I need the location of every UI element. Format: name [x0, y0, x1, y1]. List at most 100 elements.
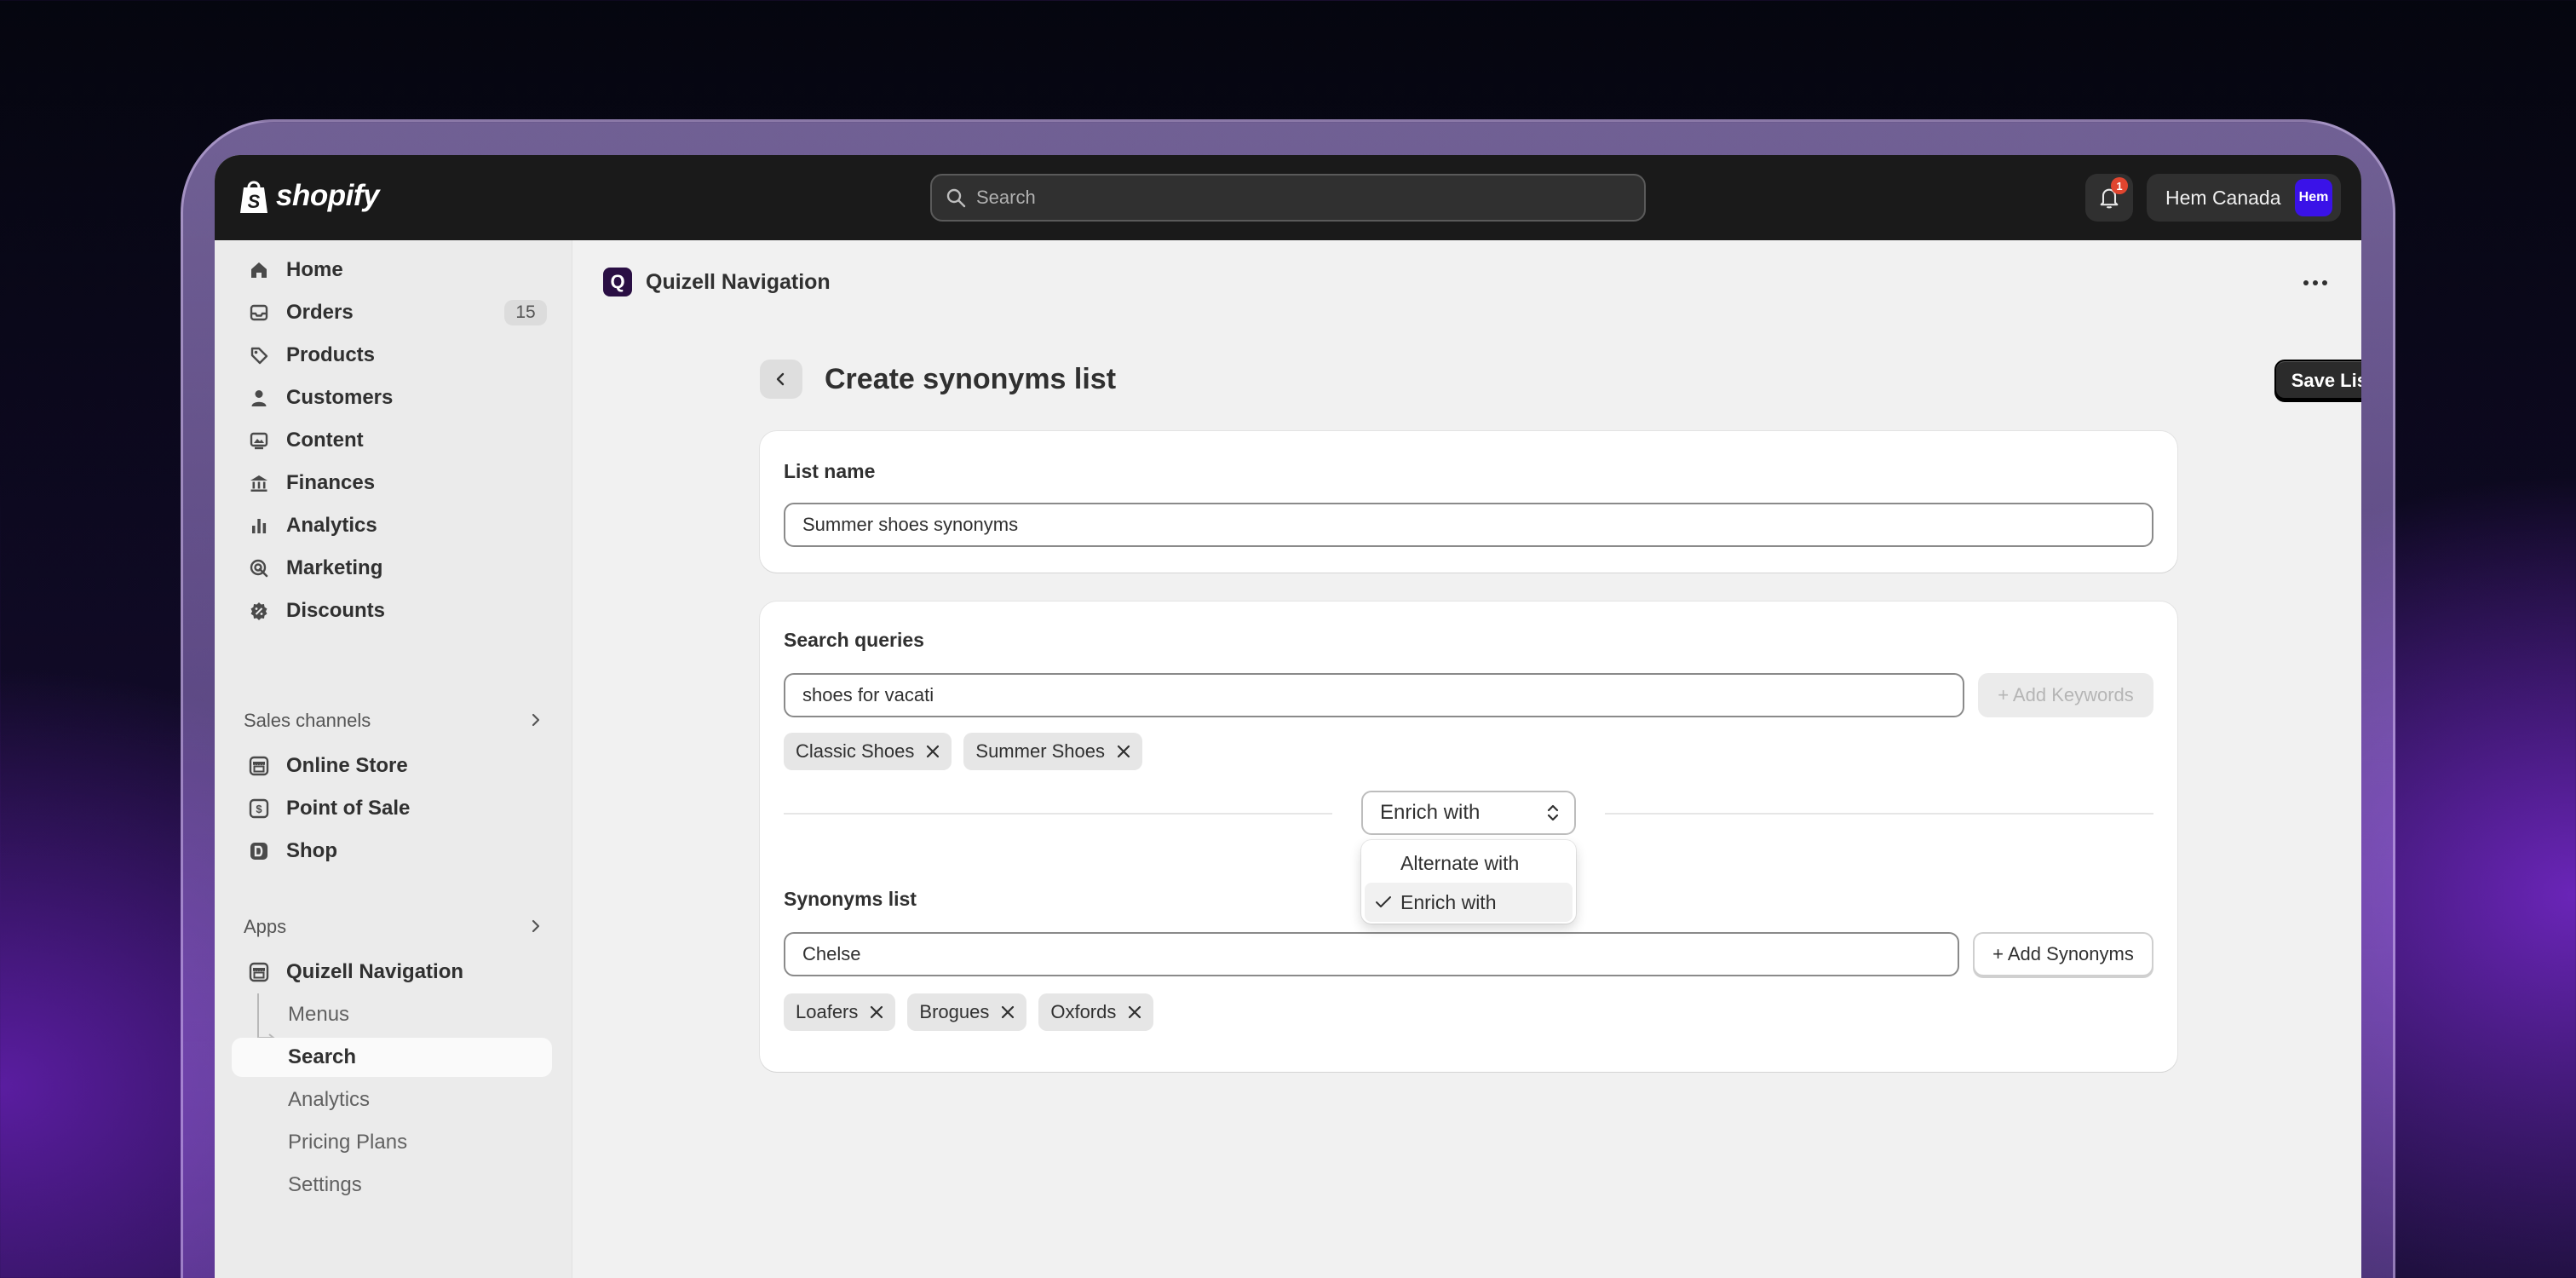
sidebar-item-label: Discounts [286, 599, 386, 622]
section-label: Apps [244, 916, 287, 937]
divider-right [1605, 813, 2153, 815]
close-icon[interactable] [1128, 1005, 1141, 1019]
person-icon [247, 386, 271, 410]
sidebar-item-products[interactable]: Products [232, 336, 552, 375]
option-enrich-with[interactable]: Enrich with [1365, 883, 1573, 922]
store-switcher[interactable]: Hem Canada Hem [2147, 174, 2341, 222]
sidebar-subitem-settings[interactable]: Settings [232, 1166, 552, 1205]
sidebar-item-discounts[interactable]: Discounts [232, 591, 552, 630]
app-title: Quizell Navigation [646, 269, 831, 294]
section-label: Sales channels [244, 710, 371, 731]
add-synonyms-button[interactable]: + Add Synonyms [1973, 932, 2153, 976]
sidebar-item-content[interactable]: Content [232, 421, 552, 460]
tag-label: Brogues [919, 1001, 990, 1022]
option-label: Enrich with [1400, 890, 1497, 913]
synonyms-card: Search queries + Add Keywords Classic Sh… [760, 602, 2177, 1072]
inbox-icon [247, 301, 271, 325]
more-actions-button[interactable] [2298, 274, 2332, 291]
shop-icon [247, 839, 271, 863]
close-icon[interactable] [926, 745, 940, 758]
close-icon[interactable] [870, 1005, 883, 1019]
synonym-tag: Brogues [907, 993, 1027, 1031]
list-name-label: List name [784, 460, 876, 482]
notifications-button[interactable]: 1 [2085, 174, 2133, 222]
mode-select-value: Enrich with [1380, 801, 1481, 824]
synonyms-list-label: Synonyms list [784, 888, 917, 910]
list-name-input[interactable] [784, 503, 2153, 547]
chevron-right-icon [532, 919, 540, 933]
notification-badge: 1 [2111, 177, 2128, 194]
sidebar-item-label: Point of Sale [286, 797, 411, 820]
shopify-logo[interactable]: S shopify [239, 177, 379, 215]
close-icon[interactable] [1001, 1005, 1015, 1019]
sidebar-item-home[interactable]: Home [232, 250, 552, 290]
select-chevrons-icon [1547, 804, 1559, 821]
sidebar-item-label: Quizell Navigation [286, 960, 464, 983]
divider-left [784, 813, 1332, 815]
orders-count-badge: 15 [504, 300, 547, 325]
synonym-input[interactable] [784, 932, 1959, 976]
sidebar-item-customers[interactable]: Customers [232, 378, 552, 417]
sidebar-item-quizell-navigation[interactable]: Quizell Navigation [232, 953, 552, 992]
sidebar-item-marketing[interactable]: Marketing [232, 549, 552, 588]
apps-header[interactable]: Apps [244, 910, 550, 944]
sidebar-subitem-label: Menus [288, 1003, 350, 1026]
dot-icon [2322, 280, 2327, 285]
sidebar-subitem-label: Analytics [288, 1088, 371, 1111]
sidebar-item-label: Finances [286, 471, 376, 494]
sidebar-subitem-analytics[interactable]: Analytics [232, 1080, 552, 1120]
search-icon [946, 188, 966, 208]
chevron-left-icon [776, 372, 785, 386]
add-keywords-button[interactable]: + Add Keywords [1978, 673, 2153, 717]
query-tag: Summer Shoes [963, 733, 1143, 770]
shopify-bag-icon: S [240, 181, 267, 213]
discount-icon [247, 599, 271, 623]
sidebar-item-point-of-sale[interactable]: $ Point of Sale [232, 789, 552, 828]
search-query-input[interactable] [784, 673, 1964, 717]
back-button[interactable] [760, 360, 802, 399]
chevron-right-icon [532, 713, 540, 727]
sidebar-item-orders[interactable]: Orders 15 [232, 293, 552, 332]
list-name-card: List name [760, 431, 2177, 573]
sidebar-item-finances[interactable]: Finances [232, 463, 552, 503]
close-icon[interactable] [1117, 745, 1130, 758]
dot-icon [2313, 280, 2318, 285]
sidebar-subitem-pricing-plans[interactable]: Pricing Plans [232, 1123, 552, 1162]
image-icon [247, 429, 271, 452]
query-tag: Classic Shoes [784, 733, 952, 770]
sidebar-item-label: Customers [286, 386, 394, 409]
search-input[interactable] [976, 187, 1624, 209]
sidebar-item-online-store[interactable]: Online Store [232, 746, 552, 786]
tag-label: Classic Shoes [796, 740, 915, 762]
sidebar-item-label: Home [286, 258, 343, 281]
svg-text:$: $ [256, 803, 262, 815]
sidebar-subitem-label: Pricing Plans [288, 1131, 408, 1154]
search-queries-label: Search queries [784, 629, 924, 651]
sidebar-subitem-label: Settings [288, 1173, 362, 1196]
option-alternate-with[interactable]: Alternate with [1365, 843, 1573, 883]
sales-channels-header[interactable]: Sales channels [244, 704, 550, 738]
save-list-button[interactable]: Save List [2274, 360, 2361, 402]
app-header: Q Quizell Navigation [603, 268, 831, 296]
logo-text: shopify [276, 179, 379, 212]
sidebar-subitem-menus[interactable]: Menus [232, 995, 552, 1034]
checkmark-icon [1376, 896, 1391, 907]
target-icon [247, 556, 271, 580]
mode-dropdown: Alternate with Enrich with [1361, 840, 1576, 924]
sidebar-subitem-search[interactable]: Search [232, 1038, 552, 1077]
bank-icon [247, 471, 271, 495]
sidebar-item-shop[interactable]: Shop [232, 832, 552, 871]
sidebar-item-analytics[interactable]: Analytics [232, 506, 552, 545]
svg-text:S: S [248, 191, 261, 212]
mode-select[interactable]: Enrich with [1361, 791, 1576, 835]
dot-icon [2303, 280, 2309, 285]
tag-label: Oxfords [1050, 1001, 1117, 1022]
synonym-tags: Loafers Brogues Oxfords [784, 993, 1154, 1031]
top-bar: S shopify 1 Hem Canada Hem [215, 155, 2361, 240]
query-tags: Classic Shoes Summer Shoes [784, 733, 1143, 770]
synonym-tag: Oxfords [1038, 993, 1154, 1031]
tag-icon [247, 343, 271, 367]
synonym-tag: Loafers [784, 993, 896, 1031]
global-search[interactable] [930, 174, 1646, 222]
sidebar-item-label: Orders [286, 301, 354, 324]
